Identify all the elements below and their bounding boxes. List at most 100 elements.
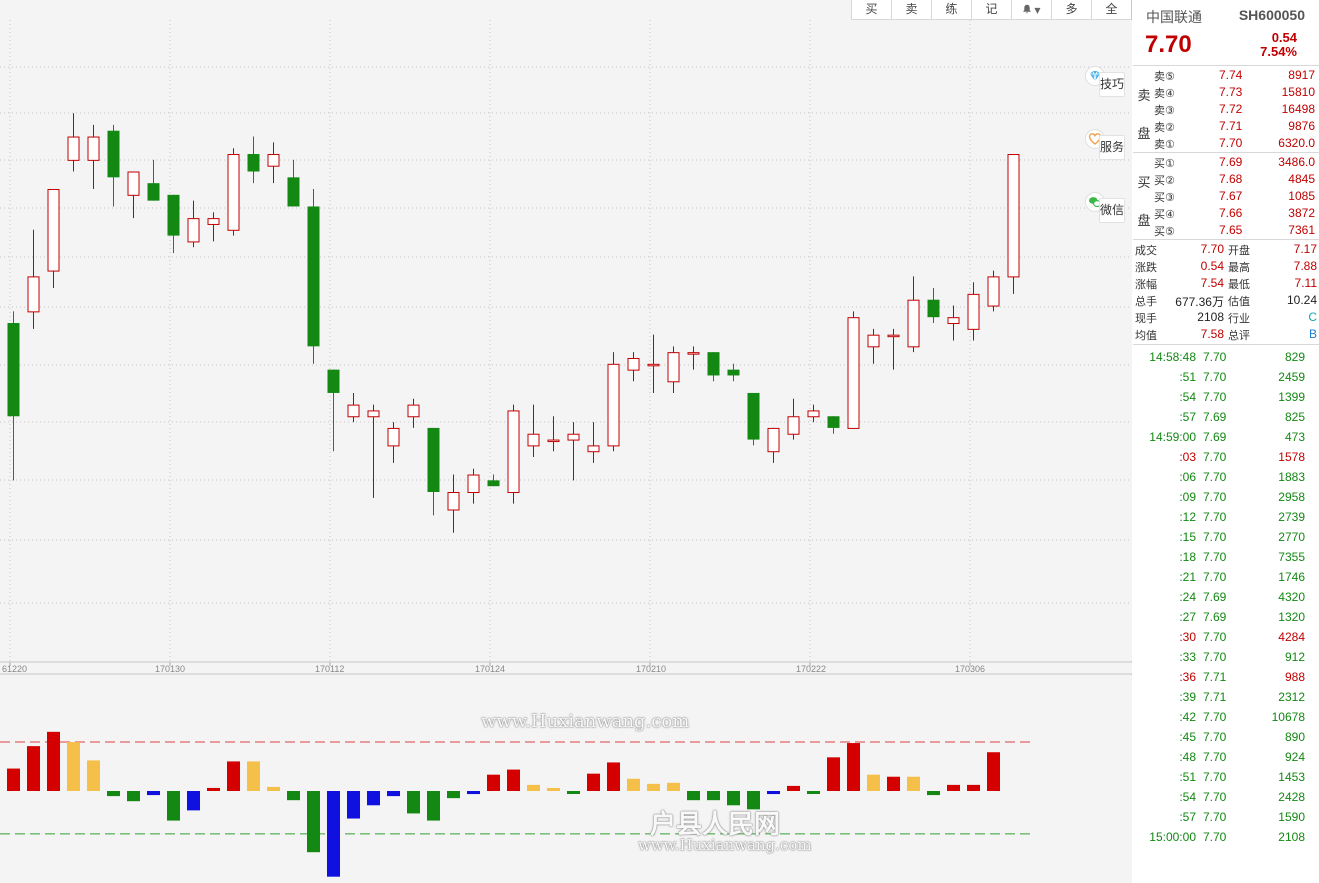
indicator-bar bbox=[987, 752, 1000, 791]
stat-label: 估值 bbox=[1228, 295, 1250, 308]
bid-volume: 7361 bbox=[1288, 223, 1315, 237]
candle-body-up bbox=[347, 404, 360, 418]
alert-dropdown-button[interactable]: ▼ bbox=[1011, 0, 1051, 20]
tick-volume: 924 bbox=[1284, 750, 1305, 764]
tick-price: 7.70 bbox=[1203, 650, 1227, 664]
indicator-bar bbox=[207, 787, 220, 791]
tick-volume: 988 bbox=[1284, 670, 1305, 684]
ask-label: 卖② bbox=[1154, 121, 1175, 134]
kline-chart-area[interactable]: 61220 170130 170112 170124 170210 170222 17030… bbox=[0, 0, 1132, 883]
bid-row[interactable]: 买③ 7.67 1085 bbox=[1133, 188, 1319, 205]
practice-button[interactable]: 练 bbox=[931, 0, 971, 20]
ask-price: 7.71 bbox=[1219, 119, 1243, 133]
candlestick bbox=[1007, 154, 1020, 294]
tick-volume: 1399 bbox=[1278, 390, 1305, 404]
tick-time: 14:59:00 bbox=[1149, 430, 1196, 444]
bid-label: 买⑤ bbox=[1154, 225, 1175, 238]
stat-value: 7.11 bbox=[1294, 276, 1317, 290]
wechat-button[interactable]: 微信 bbox=[1085, 192, 1129, 242]
candlestick bbox=[607, 352, 620, 452]
tips-button[interactable]: 技巧 bbox=[1085, 66, 1129, 116]
indicator-bar bbox=[927, 791, 940, 796]
candle-body-up bbox=[267, 154, 280, 167]
stat-value: 7.17 bbox=[1293, 242, 1317, 256]
tick-price: 7.69 bbox=[1203, 430, 1227, 444]
candle-body-up bbox=[987, 276, 1000, 307]
stat-value: 7.88 bbox=[1293, 259, 1317, 273]
tick-volume: 825 bbox=[1284, 410, 1305, 424]
tick-row: :54 7.70 2428 bbox=[1133, 787, 1319, 807]
tick-row: :27 7.69 1320 bbox=[1133, 607, 1319, 627]
kline-chart-svg[interactable]: 61220 170130 170112 170124 170210 170222 17030… bbox=[0, 0, 1132, 883]
bid-row[interactable]: 买② 7.68 4845 bbox=[1133, 171, 1319, 188]
stock-name: 中国联通 bbox=[1146, 10, 1202, 26]
indicator-bar bbox=[427, 791, 440, 821]
stat-row: 均值 7.58 总评 B bbox=[1133, 326, 1319, 343]
tick-volume: 829 bbox=[1284, 350, 1305, 364]
tick-time: :09 bbox=[1179, 490, 1196, 504]
ask-label: 卖④ bbox=[1154, 87, 1175, 100]
tick-row: :57 7.69 825 bbox=[1133, 407, 1319, 427]
bid-row[interactable]: 买⑤ 7.65 7361 bbox=[1133, 222, 1319, 239]
bell-icon bbox=[1023, 4, 1032, 14]
candle-body-down bbox=[827, 416, 840, 428]
sell-button[interactable]: 卖 bbox=[891, 0, 931, 20]
ask-row[interactable]: 卖④ 7.73 15810 bbox=[1133, 84, 1319, 101]
candle-body-up bbox=[887, 334, 900, 338]
ask-row[interactable]: 卖② 7.71 9876 bbox=[1133, 118, 1319, 135]
x-axis-tick-label: 170306 bbox=[955, 664, 985, 674]
ask-price: 7.72 bbox=[1219, 102, 1243, 116]
candle-body-up bbox=[947, 317, 960, 325]
indicator-bar bbox=[187, 791, 200, 811]
indicator-bar bbox=[887, 776, 900, 791]
indicator-bar bbox=[47, 731, 60, 791]
ask-row[interactable]: 卖① 7.70 6320.0 bbox=[1133, 135, 1319, 152]
tick-row: :36 7.71 988 bbox=[1133, 667, 1319, 687]
indicator-bar bbox=[167, 791, 180, 821]
tick-volume: 4284 bbox=[1278, 630, 1305, 644]
stat-label: 行业 bbox=[1228, 312, 1250, 325]
indicator-bar bbox=[967, 784, 980, 791]
tick-row: :09 7.70 2958 bbox=[1133, 487, 1319, 507]
candle-body-up bbox=[67, 136, 80, 161]
bid-row[interactable]: 买① 7.69 3486.0 bbox=[1133, 154, 1319, 171]
stat-value: 7.58 bbox=[1200, 327, 1224, 341]
indicator-bar bbox=[727, 791, 740, 806]
stat-row: 涨跌 0.54 最高 7.88 bbox=[1133, 258, 1319, 275]
candle-body-up bbox=[867, 334, 880, 348]
bid-row[interactable]: 买④ 7.66 3872 bbox=[1133, 205, 1319, 222]
fullscreen-button[interactable]: 全 bbox=[1091, 0, 1131, 20]
tick-volume: 473 bbox=[1284, 430, 1305, 444]
tick-time: :51 bbox=[1179, 770, 1196, 784]
tick-price: 7.70 bbox=[1203, 790, 1227, 804]
service-button[interactable]: 服务 bbox=[1085, 129, 1129, 179]
more-button[interactable]: 多 bbox=[1051, 0, 1091, 20]
indicator-bar bbox=[287, 791, 300, 801]
candle-body-down bbox=[927, 299, 940, 318]
candle-body-up bbox=[47, 188, 60, 272]
ask-row[interactable]: 卖⑤ 7.74 8917 bbox=[1133, 67, 1319, 84]
ask-row[interactable]: 卖③ 7.72 16498 bbox=[1133, 101, 1319, 118]
tick-price: 7.70 bbox=[1203, 810, 1227, 824]
tick-row: :18 7.70 7355 bbox=[1133, 547, 1319, 567]
indicator-bar bbox=[827, 757, 840, 791]
tick-row: :12 7.70 2739 bbox=[1133, 507, 1319, 527]
candle-body-down bbox=[7, 323, 20, 417]
indicator-bar bbox=[807, 791, 820, 794]
candle-body-down bbox=[327, 369, 340, 393]
tick-time: :48 bbox=[1179, 750, 1196, 764]
stat-row: 成交 7.70 开盘 7.17 bbox=[1133, 241, 1319, 258]
stat-label: 总评 bbox=[1228, 329, 1250, 342]
tick-time: :27 bbox=[1179, 610, 1196, 624]
tick-price: 7.70 bbox=[1203, 830, 1227, 844]
tick-list[interactable]: 14:58:48 7.70 829:51 7.70 2459:54 7.70 1399:57… bbox=[1133, 345, 1319, 847]
candle-body-up bbox=[507, 410, 520, 494]
indicator-bar bbox=[787, 785, 800, 791]
tick-time: :57 bbox=[1179, 810, 1196, 824]
tick-row: :15 7.70 2770 bbox=[1133, 527, 1319, 547]
candle-body-down bbox=[247, 154, 260, 172]
buy-button[interactable]: 买 bbox=[851, 0, 891, 20]
note-button[interactable]: 记 bbox=[971, 0, 1011, 20]
tick-time: :12 bbox=[1179, 510, 1196, 524]
stat-value: B bbox=[1308, 327, 1317, 341]
